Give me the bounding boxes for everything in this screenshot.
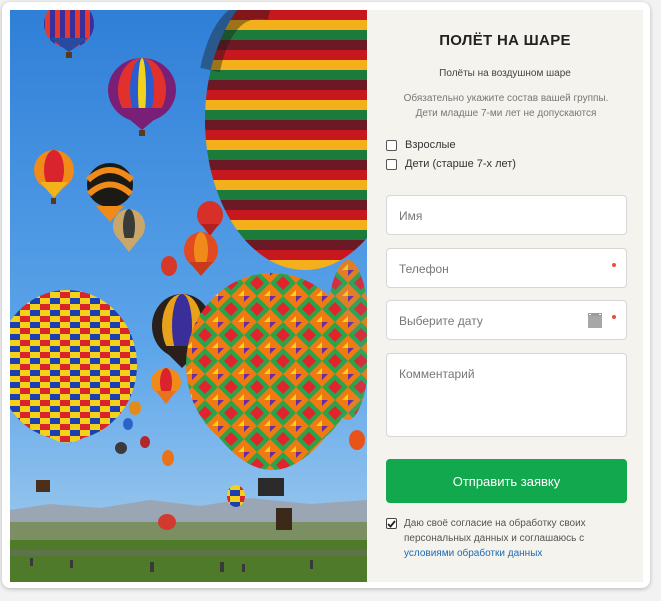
adults-checkbox-row[interactable]: Взрослые xyxy=(386,138,456,152)
children-checkbox-row[interactable]: Дети (старше 7-х лет) xyxy=(386,157,516,171)
submit-button[interactable]: Отправить заявку xyxy=(386,459,627,503)
calendar-icon[interactable] xyxy=(588,313,602,328)
consent-checkbox[interactable] xyxy=(386,518,397,529)
consent-row: Даю своё согласие на обработку своих пер… xyxy=(386,516,631,561)
booking-card: ПОЛЁТ НА ШАРЕ Полёты на воздушном шаре О… xyxy=(2,2,650,588)
checkmark-icon xyxy=(387,519,396,528)
balloons-illustration xyxy=(10,10,367,582)
adults-checkbox-label: Взрослые xyxy=(405,139,456,151)
children-checkbox[interactable] xyxy=(386,158,397,170)
consent-text: Даю своё согласие на обработку своих пер… xyxy=(404,518,586,544)
booking-form: ПОЛЁТ НА ШАРЕ Полёты на воздушном шаре О… xyxy=(367,10,643,582)
consent-text-block: Даю своё согласие на обработку своих пер… xyxy=(404,516,631,561)
group-note: Обязательно укажите состав вашей группы.… xyxy=(381,91,631,121)
phone-placeholder: Телефон xyxy=(399,262,449,276)
date-placeholder: Выберите дату xyxy=(399,314,483,328)
name-placeholder: Имя xyxy=(399,209,423,223)
form-subtitle: Полёты на воздушном шаре xyxy=(439,68,571,79)
comment-placeholder: Комментарий xyxy=(399,367,475,381)
children-checkbox-label: Дети (старше 7-х лет) xyxy=(405,158,516,170)
phone-field[interactable]: Телефон xyxy=(386,248,627,288)
required-indicator xyxy=(612,315,616,319)
adults-checkbox[interactable] xyxy=(386,139,397,151)
date-field[interactable]: Выберите дату xyxy=(386,300,627,340)
required-indicator xyxy=(612,263,616,267)
name-field[interactable]: Имя xyxy=(386,195,627,235)
balloons-photo xyxy=(10,10,367,582)
privacy-terms-link[interactable]: условиями обработки данных xyxy=(404,548,542,559)
comment-field[interactable]: Комментарий xyxy=(386,353,627,437)
group-note-line-2: Дети младше 7-ми лет не допускаются xyxy=(415,108,597,119)
form-title: ПОЛЁТ НА ШАРЕ xyxy=(439,32,571,49)
group-note-line-1: Обязательно укажите состав вашей группы. xyxy=(403,93,609,104)
